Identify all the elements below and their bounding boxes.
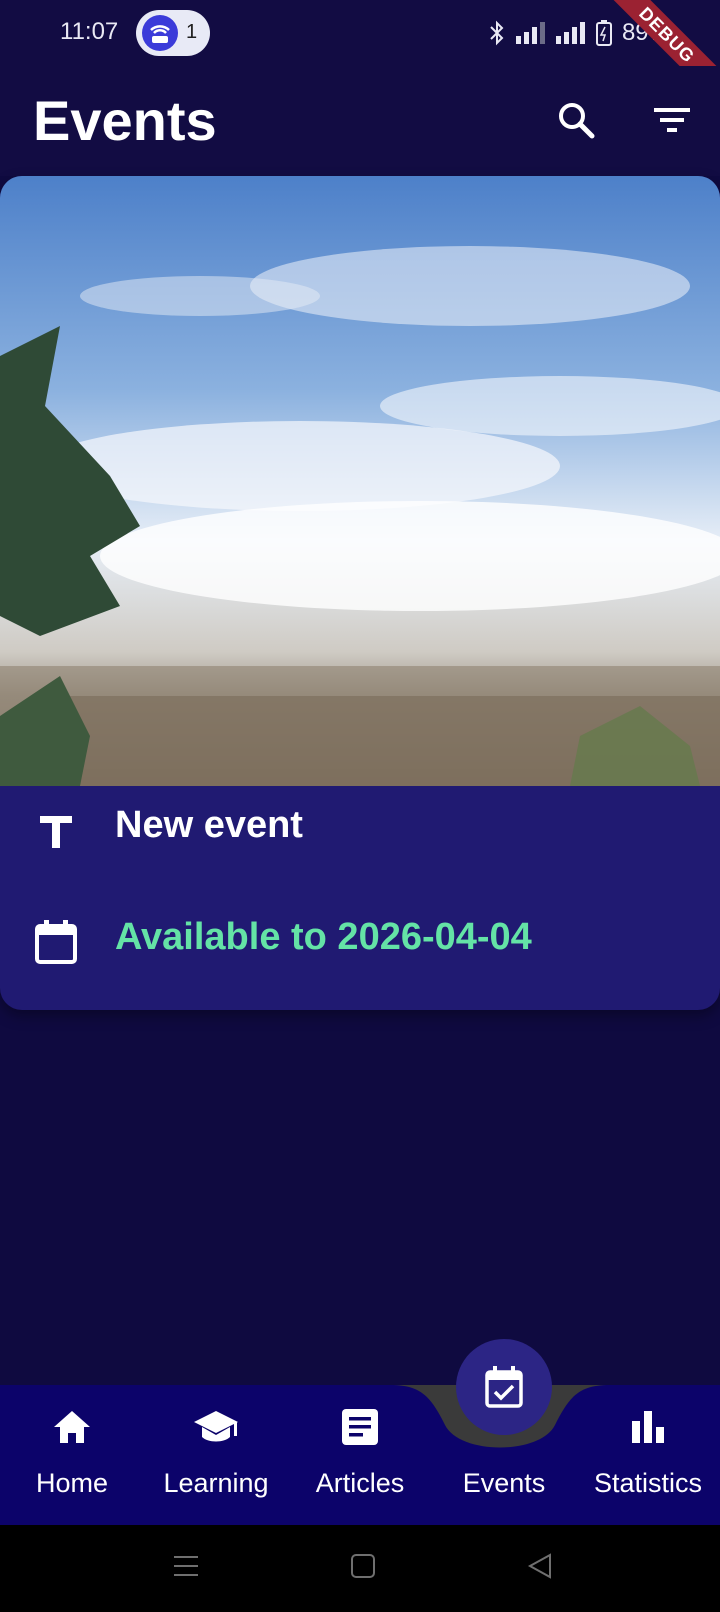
home-icon [54, 1411, 90, 1443]
article-icon [342, 1409, 378, 1445]
nav-item-home[interactable]: Home [0, 1385, 144, 1525]
status-bar: 11:07 1 89% DEBUG [0, 0, 720, 112]
system-navigation-bar [0, 1525, 720, 1612]
back-icon[interactable] [526, 1552, 554, 1580]
filter-icon [654, 108, 690, 132]
nav-label: Events [462, 1468, 546, 1498]
text-title-icon [40, 816, 72, 848]
nav-label: Home [35, 1468, 109, 1498]
nav-item-articles[interactable]: Articles [288, 1385, 432, 1525]
filter-button[interactable] [648, 96, 696, 144]
graduation-cap-icon [194, 1411, 238, 1442]
wifi-router-icon [142, 15, 178, 51]
notification-count: 1 [186, 21, 198, 43]
notification-pill[interactable]: 1 [136, 10, 210, 56]
event-availability-row: Available to 2026-04-04 [0, 898, 720, 978]
nav-label: Statistics [593, 1468, 703, 1498]
nav-item-statistics[interactable]: Statistics [576, 1385, 720, 1525]
search-button[interactable] [552, 96, 600, 144]
event-availability: Available to 2026-04-04 [115, 916, 532, 958]
home-system-icon[interactable] [350, 1552, 376, 1580]
signal-icon [515, 22, 545, 44]
event-title: New event [115, 804, 303, 846]
search-icon [559, 103, 595, 139]
battery-icon [595, 20, 612, 46]
page-title: Events [33, 89, 217, 152]
nav-item-learning[interactable]: Learning [144, 1385, 288, 1525]
events-nav-fab[interactable] [456, 1339, 552, 1435]
nav-label: Learning [163, 1468, 269, 1498]
bottom-navigation: Home Learning Articles Events Statistics [0, 1385, 720, 1525]
app-bar: Events [0, 66, 720, 176]
event-title-row: New event [0, 786, 720, 866]
signal-icon [555, 22, 585, 44]
bar-chart-icon [632, 1411, 664, 1443]
nav-label: Articles [315, 1468, 405, 1498]
status-time: 11:07 [60, 18, 119, 45]
calendar-icon [35, 920, 77, 964]
recent-apps-icon[interactable] [172, 1553, 200, 1579]
bluetooth-icon [490, 20, 504, 46]
event-available-icon [485, 1366, 523, 1408]
event-image [0, 176, 720, 786]
event-card[interactable]: New event Available to 2026-04-04 [0, 176, 720, 1010]
